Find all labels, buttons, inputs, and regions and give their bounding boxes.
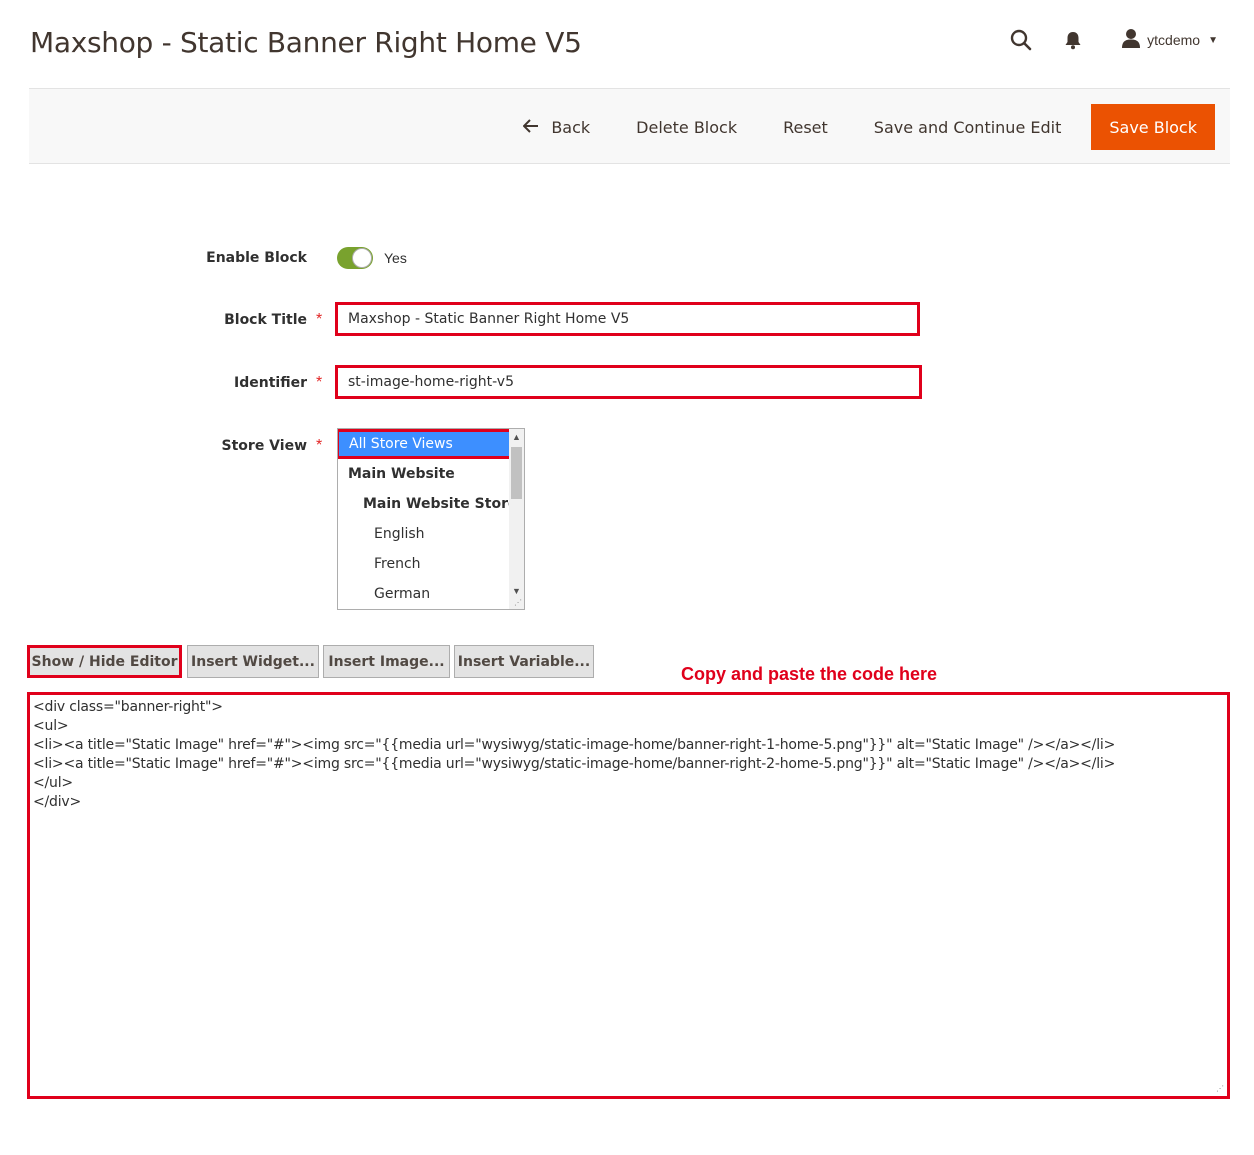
page-title: Maxshop - Static Banner Right Home V5 — [30, 26, 582, 59]
store-view-scrollbar[interactable]: ▲ ▼ — [509, 429, 524, 609]
scroll-thumb[interactable] — [511, 447, 522, 499]
save-block-button[interactable]: Save Block — [1091, 104, 1215, 150]
block-title-label: Block Title — [224, 312, 307, 328]
search-icon[interactable] — [1007, 26, 1035, 54]
resize-grip-icon[interactable]: ⋰ — [514, 599, 522, 607]
show-hide-editor-button[interactable]: Show / Hide Editor — [27, 645, 182, 678]
store-view-option-english[interactable]: English — [338, 519, 425, 549]
bell-icon[interactable] — [1059, 26, 1087, 54]
store-view-option-main-website[interactable]: Main Website — [338, 459, 455, 489]
user-icon — [1121, 28, 1141, 53]
action-bar: Back Delete Block Reset Save and Continu… — [29, 88, 1230, 164]
user-menu[interactable]: ytcdemo ▼ — [1121, 28, 1218, 53]
store-view-option-all[interactable]: All Store Views — [338, 429, 522, 459]
scroll-down-icon[interactable]: ▼ — [509, 583, 524, 599]
required-marker: * — [316, 437, 323, 454]
save-and-continue-button[interactable]: Save and Continue Edit — [858, 105, 1078, 149]
required-marker: * — [316, 374, 323, 391]
store-view-multiselect[interactable]: All Store Views Main Website Main Websit… — [337, 428, 525, 610]
back-button[interactable]: Back — [507, 105, 606, 149]
toggle-knob — [352, 248, 372, 268]
insert-image-button[interactable]: Insert Image... — [323, 645, 450, 678]
enable-block-value: Yes — [384, 250, 407, 266]
identifier-input[interactable]: st-image-home-right-v5 — [335, 365, 922, 399]
required-marker: * — [316, 311, 323, 328]
arrow-left-icon — [522, 117, 539, 138]
code-line: </div> — [33, 794, 82, 810]
delete-block-button[interactable]: Delete Block — [620, 105, 753, 149]
content-textarea[interactable]: <div class="banner-right"> <ul> <li><a t… — [27, 692, 1230, 1099]
code-line: </ul> — [33, 775, 73, 791]
code-line: <div class="banner-right"> — [33, 699, 223, 715]
store-view-option-german[interactable]: German — [338, 579, 430, 609]
enable-block-row: Enable Block — [0, 250, 307, 266]
reset-button[interactable]: Reset — [767, 105, 844, 149]
enable-block-label: Enable Block — [206, 250, 307, 266]
store-view-option-french[interactable]: French — [338, 549, 421, 579]
store-view-row: Store View — [0, 438, 307, 454]
identifier-label: Identifier — [234, 375, 307, 391]
enable-block-toggle[interactable] — [337, 247, 373, 269]
code-line: <li><a title="Static Image" href="#"><im… — [33, 737, 1116, 753]
code-line: <ul> — [33, 718, 69, 734]
block-title-input[interactable]: Maxshop - Static Banner Right Home V5 — [335, 302, 920, 336]
scroll-up-icon[interactable]: ▲ — [509, 429, 524, 445]
block-title-row: Block Title — [0, 312, 307, 328]
caret-down-icon: ▼ — [1208, 34, 1218, 46]
insert-widget-button[interactable]: Insert Widget... — [187, 645, 319, 678]
header-actions: ytcdemo ▼ — [1007, 26, 1218, 54]
back-label: Back — [551, 117, 591, 137]
action-buttons: Back Delete Block Reset Save and Continu… — [507, 104, 1215, 150]
store-view-option-main-website-store[interactable]: Main Website Store — [338, 489, 517, 519]
insert-variable-button[interactable]: Insert Variable... — [454, 645, 594, 678]
code-line: <li><a title="Static Image" href="#"><im… — [33, 756, 1116, 772]
store-view-label: Store View — [221, 438, 307, 454]
user-name: ytcdemo — [1147, 32, 1201, 48]
identifier-row: Identifier — [0, 375, 307, 391]
annotation-text: Copy and paste the code here — [681, 664, 938, 684]
resize-grip-icon[interactable]: ⋰ — [1216, 1085, 1224, 1093]
